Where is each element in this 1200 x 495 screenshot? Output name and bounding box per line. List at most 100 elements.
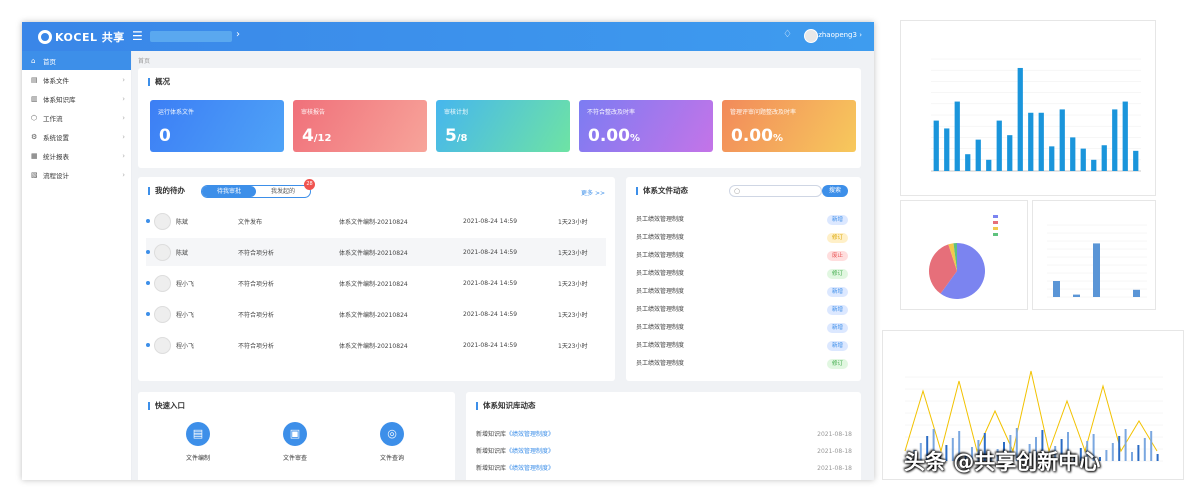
status-badge: 新增 [827,305,848,315]
stat-suffix: % [772,133,783,144]
doc-name: 员工绩效管理制度 [636,288,685,295]
stat-card[interactable]: 运行体系文件 0 [150,100,284,152]
stat-number: 0.00 [731,126,773,146]
stat-card[interactable]: 审核计划 5/8 [436,100,570,152]
cell-name: 陈斌 [176,249,189,257]
sidebar-item[interactable]: ▦ 统计报表 › [22,146,131,165]
doc-edit-icon: ▤ [186,422,210,446]
bar [954,101,960,171]
quick-entry[interactable]: ▤ 文件编制 [168,422,228,462]
chevron-right-icon: › [122,94,125,103]
cell-action: 不符合项分析 [238,280,275,288]
sidebar-item[interactable]: ⚙ 系统设置 › [22,127,131,146]
bullet-icon [146,219,150,223]
pie-chart [929,215,998,299]
list-item[interactable]: 员工绩效管理制度 修订 [636,265,848,283]
table-row[interactable]: 程小飞 不符合项分析 体系文件编制-20210824 2021-08-24 14:59… [146,269,606,297]
knowledge-date: 2021-08-18 [817,465,852,472]
quick-label: 文件查询 [379,455,404,462]
list-item[interactable]: 员工绩效管理制度 新增 [636,301,848,319]
cell-name: 程小飞 [176,342,195,350]
list-item[interactable]: 员工绩效管理制度 新增 [636,211,848,229]
sidebar-item-label: 统计报表 [43,152,69,161]
stat-card[interactable]: 审核报告 4/12 [293,100,427,152]
cell-name: 程小飞 [176,280,195,288]
logo: KOCEL 共享 [38,29,125,45]
search-icon: ○ [734,187,741,195]
avatar [154,336,171,354]
doc-name: 员工绩效管理制度 [636,234,685,241]
bar [1080,148,1086,171]
search-input[interactable]: ○ [729,185,822,197]
app-window: KOCEL 共享 ☰ › ♢ zhaopeng3 › ⌂ 首页 ▤ 体系文件 › ▥ 体系知… [22,22,874,480]
legend-swatch [993,215,998,218]
sidebar-item[interactable]: ▧ 流程设计 › [22,165,131,184]
tab-pending[interactable]: 待我审批 [202,186,256,197]
sidebar-item-label: 流程设计 [43,171,69,180]
list-item[interactable]: 新增知识库《绩效管理制度》 2021-08-18 [476,443,852,460]
cell-ago: 1天23小时 [558,311,588,319]
list-item[interactable]: 新增知识库《绩效管理制度》 2021-08-18 [476,460,852,477]
quick-entry[interactable]: ◎ 文件查询 [362,422,422,462]
bar [1017,67,1023,171]
list-item[interactable]: 员工绩效管理制度 废止 [636,247,848,265]
breadcrumb: 首页 [138,58,151,65]
cell-doc: 体系文件编制-20210824 [339,280,408,288]
chevron-right-icon: › [236,29,240,40]
bar-chart-small-panel [1032,200,1156,310]
stat-suffix: % [629,133,640,144]
search-button[interactable]: 搜索 [822,185,848,197]
knowledge-link[interactable]: 《绩效管理制度》 [506,465,554,472]
table-row[interactable]: 陈斌 不符合项分析 体系文件编制-20210824 2021-08-24 14:59 1… [146,238,606,266]
knowledge-link[interactable]: 《绩效管理制度》 [506,431,554,438]
table-row[interactable]: 程小飞 不符合项分析 体系文件编制-20210824 2021-08-24 14:59… [146,300,606,328]
design-icon: ▧ [31,170,38,179]
list-item[interactable]: 员工绩效管理制度 修订 [636,355,848,373]
sidebar: ⌂ 首页 ▤ 体系文件 › ▥ 体系知识库 › ⬡ 工作流 › ⚙ 系统设置 › ▦ 统计报表 › ▧ 流程设计 › [22,51,132,480]
sidebar-item-label: 工作流 [43,114,63,123]
sidebar-item[interactable]: ▤ 体系文件 › [22,70,131,89]
list-item[interactable]: 员工绩效管理制度 修订 [636,229,848,247]
bell-icon[interactable]: ♢ [783,29,792,40]
cell-ago: 1天23小时 [558,218,588,226]
tab-initiated[interactable]: 我发起的 [256,186,310,197]
user-avatar[interactable] [804,29,818,43]
legend-swatch [993,227,998,230]
table-row[interactable]: 陈斌 文件发布 体系文件编制-20210824 2021-08-24 14:59 1天2… [146,207,606,235]
doc-dynamics-card: 体系文件动态 ○ 搜索 员工绩效管理制度 新增 员工绩效管理制度 修订 员工绩效管理制度… [626,177,861,381]
avatar [154,212,171,230]
list-item[interactable]: 新增知识库《绩效管理制度》 2021-08-18 [476,426,852,443]
quick-entry[interactable]: ▣ 文件审查 [265,422,325,462]
user-menu[interactable]: zhaopeng3 › [818,31,862,39]
bar [944,128,950,171]
sidebar-item[interactable]: ⌂ 首页 [22,51,131,70]
stat-card[interactable]: 管理评审问题整改及时率 0.00% [722,100,856,152]
menu-toggle-icon[interactable]: ☰ [132,29,143,43]
cell-ago: 1天23小时 [558,249,588,257]
tasks-card: 我的待办 待我审批 我发起的 28 更多 >> 陈斌 文件发布 体系文件编制-202… [138,177,615,381]
stat-value: 4/12 [302,126,331,146]
status-badge: 新增 [827,341,848,351]
stat-card[interactable]: 不符合整改及时率 0.00% [579,100,713,152]
pie-chart-panel [900,200,1028,310]
avatar [154,274,171,292]
list-item[interactable]: 员工绩效管理制度 新增 [636,337,848,355]
stat-suffix: /8 [456,133,468,144]
count-badge: 28 [304,179,315,190]
avatar [154,243,171,261]
sidebar-item[interactable]: ⬡ 工作流 › [22,108,131,127]
list-item[interactable]: 员工绩效管理制度 新增 [636,319,848,337]
stat-value: 0.00% [731,126,783,146]
knowledge-link[interactable]: 《绩效管理制度》 [506,448,554,455]
table-row[interactable]: 程小飞 不符合项分析 体系文件编制-20210824 2021-08-24 14:59… [146,331,606,359]
tasks-tabs: 待我审批 我发起的 28 [201,179,315,198]
list-item[interactable]: 员工绩效管理制度 新增 [636,283,848,301]
more-link[interactable]: 更多 >> [581,188,605,197]
status-badge: 新增 [827,323,848,333]
status-badge: 新增 [827,287,848,297]
sidebar-item[interactable]: ▥ 体系知识库 › [22,89,131,108]
bar [1070,137,1076,171]
bar-chart-panel [900,20,1156,196]
quick-title: 快速入口 [148,402,185,410]
bar [1118,436,1121,461]
